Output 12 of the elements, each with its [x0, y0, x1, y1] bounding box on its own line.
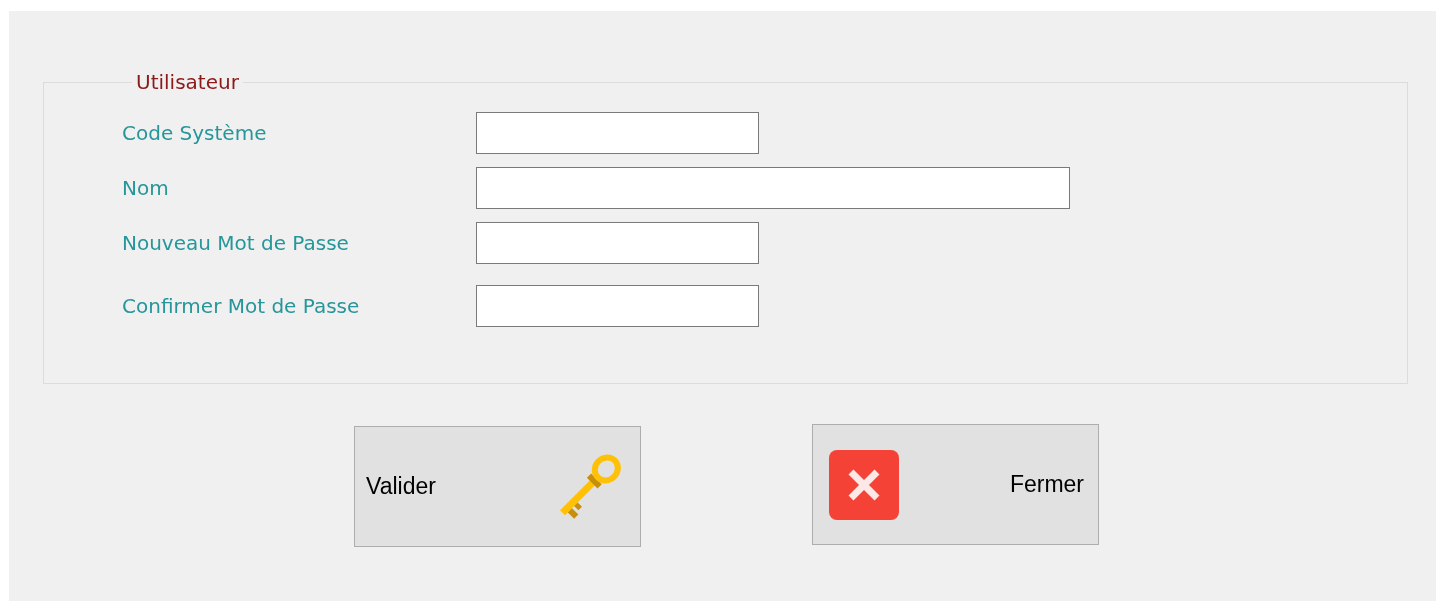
field-label: Confirmer Mot de Passe	[122, 294, 361, 318]
group-title: Utilisateur	[135, 70, 240, 94]
input-field[interactable]	[476, 285, 759, 327]
validate-button[interactable]: Valider	[354, 426, 641, 547]
close-button[interactable]: Fermer	[812, 424, 1099, 545]
close-icon	[829, 449, 899, 520]
field-label: Nom	[122, 176, 170, 200]
input-field[interactable]	[476, 112, 759, 154]
field-label: Code Système	[122, 121, 268, 145]
input-field[interactable]	[476, 222, 759, 264]
input-field[interactable]	[476, 167, 1070, 209]
field-label: Nouveau Mot de Passe	[122, 231, 350, 255]
